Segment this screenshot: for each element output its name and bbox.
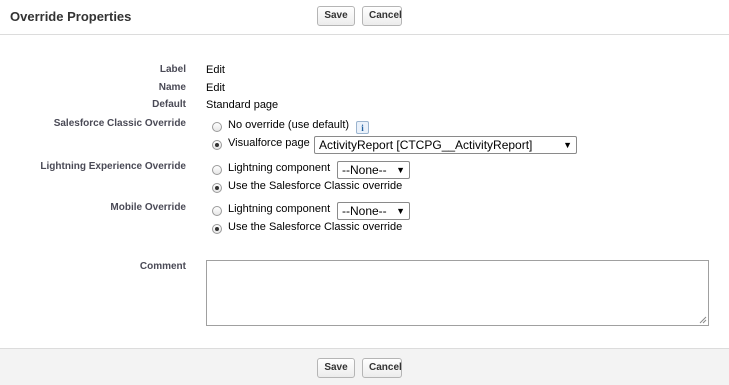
save-button-bottom[interactable]: Save: [317, 358, 355, 378]
classic-visualforce-radio[interactable]: [212, 140, 222, 150]
chevron-down-icon: ▼: [396, 165, 405, 175]
lightning-component-radio[interactable]: [212, 165, 222, 175]
default-field-value: Standard page: [206, 99, 279, 111]
mobile-component-select[interactable]: --None-- ▼: [337, 202, 410, 220]
name-field-label: Name: [158, 82, 186, 93]
chevron-down-icon: ▼: [563, 140, 572, 150]
visualforce-page-select-value: ActivityReport [CTCPG__ActivityReport]: [319, 138, 533, 152]
mobile-override-label: Mobile Override: [110, 202, 186, 213]
lightning-component-label: Lightning component: [228, 162, 331, 174]
page-header: Override Properties Save Cancel: [0, 0, 729, 35]
resize-grip-icon[interactable]: [699, 316, 707, 324]
classic-no-override-radio[interactable]: [212, 122, 222, 132]
lightning-component-select-value: --None--: [342, 163, 387, 177]
comment-textarea[interactable]: [206, 260, 709, 326]
save-button-top[interactable]: Save: [317, 6, 355, 26]
mobile-use-classic-radio[interactable]: [212, 224, 222, 234]
mobile-component-radio[interactable]: [212, 206, 222, 216]
info-icon[interactable]: i: [356, 121, 369, 134]
mobile-use-classic-label: Use the Salesforce Classic override: [228, 221, 403, 233]
label-field-label: Label: [159, 64, 186, 75]
classic-override-label: Salesforce Classic Override: [53, 118, 186, 129]
cancel-button-top[interactable]: Cancel: [362, 6, 402, 26]
mobile-component-label: Lightning component: [228, 203, 331, 215]
lightning-use-classic-radio[interactable]: [212, 183, 222, 193]
visualforce-page-select[interactable]: ActivityReport [CTCPG__ActivityReport] ▼: [314, 136, 577, 154]
chevron-down-icon: ▼: [396, 206, 405, 216]
cancel-button-bottom[interactable]: Cancel: [362, 358, 402, 378]
name-field-value: Edit: [206, 82, 225, 94]
classic-visualforce-label: Visualforce page: [228, 137, 310, 149]
label-field-value: Edit: [206, 64, 225, 76]
page-title: Override Properties: [10, 9, 132, 24]
lightning-component-select[interactable]: --None-- ▼: [337, 161, 410, 179]
classic-no-override-label: No override (use default): [228, 119, 350, 131]
mobile-component-select-value: --None--: [342, 204, 387, 218]
default-field-label: Default: [152, 99, 186, 110]
comment-label: Comment: [139, 261, 186, 272]
page-footer: Save Cancel: [0, 348, 729, 385]
lightning-use-classic-label: Use the Salesforce Classic override: [228, 180, 403, 192]
lightning-override-label: Lightning Experience Override: [40, 161, 186, 172]
